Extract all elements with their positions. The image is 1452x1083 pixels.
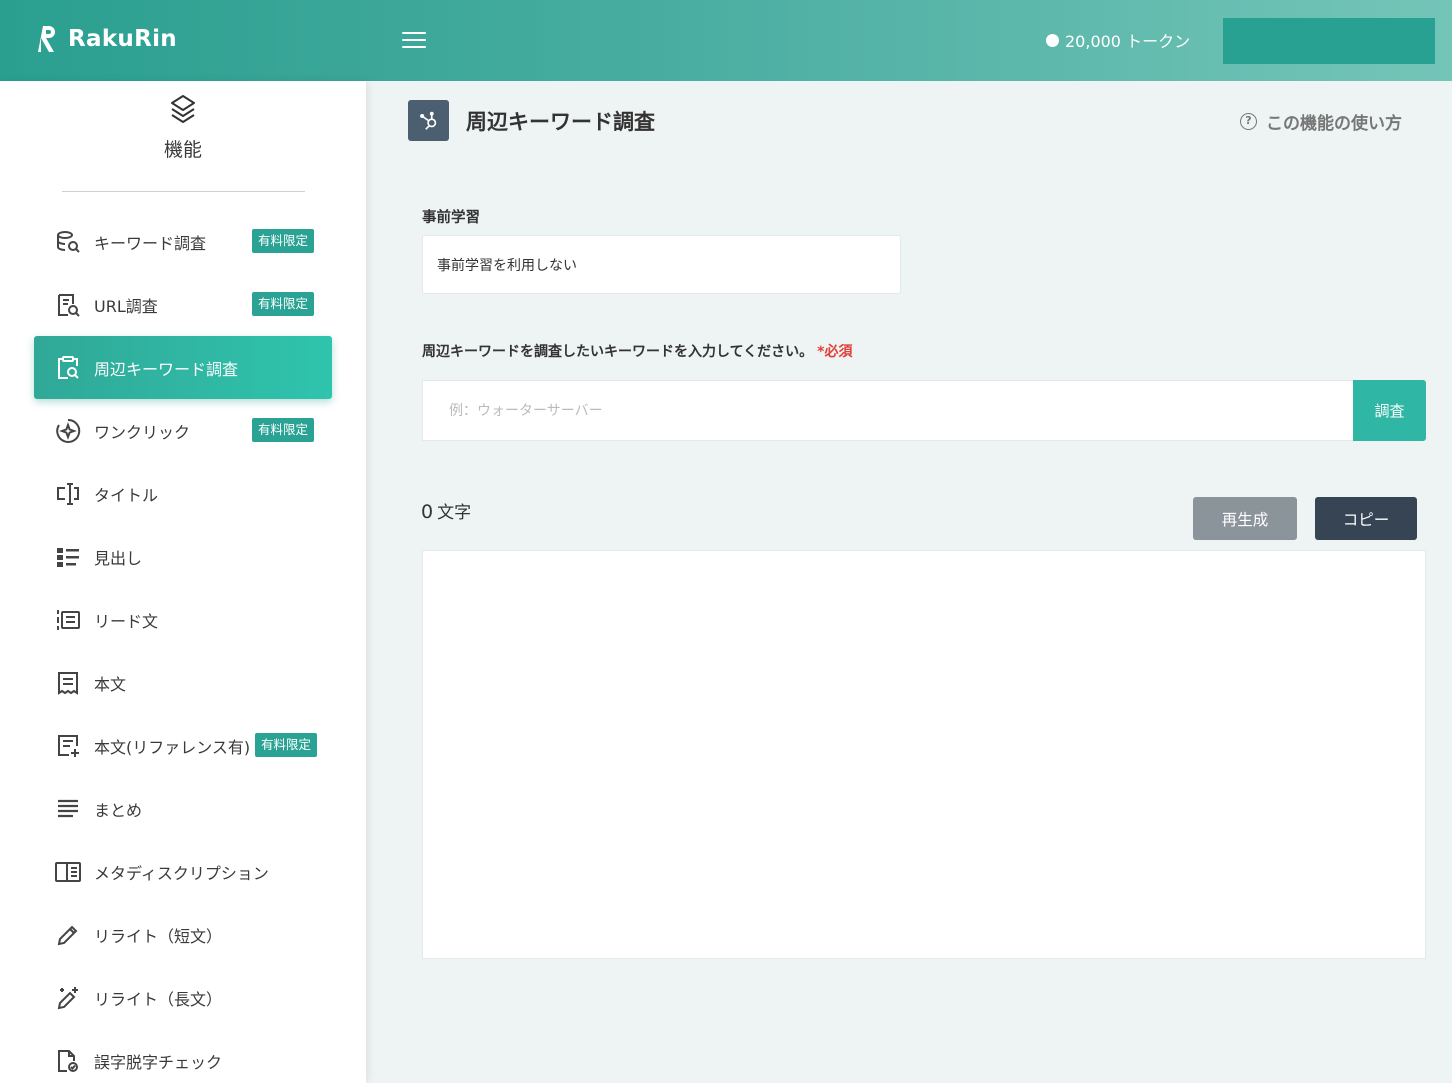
clipboard-search-icon (54, 354, 82, 382)
logo-r-icon (38, 26, 55, 52)
sidebar-item-title[interactable]: タイトル (34, 462, 332, 525)
sidebar-item-label: ワンクリック (94, 422, 191, 442)
paid-only-badge: 有料限定 (251, 292, 314, 316)
question-circle-icon: ? (1240, 113, 1257, 130)
sidebar-item-lead[interactable]: リード文 (34, 588, 332, 651)
sidebar-item-label: 本文 (94, 674, 127, 694)
token-balance: 20,000 トークン (1046, 28, 1190, 52)
sidebar-item-typo-check[interactable]: 誤字脱字チェック (34, 1029, 332, 1083)
sidebar-item-summary[interactable]: まとめ (34, 777, 332, 840)
sidebar-item-label: 周辺キーワード調査 (94, 359, 239, 379)
sidebar-item-url-research[interactable]: URL調査 有料限定 (34, 273, 332, 336)
search-button[interactable]: 調査 (1353, 380, 1426, 441)
token-coin-icon (1046, 33, 1059, 47)
sidebar-item-rewrite-long[interactable]: リライト（長文） (34, 966, 332, 1029)
required-mark: *必須 (817, 344, 853, 360)
page-title: 周辺キーワード調査 (466, 110, 655, 134)
app-header: RakuRin 20,000 トークン (0, 0, 1452, 81)
document-check-icon (54, 1047, 82, 1075)
help-link-label: この機能の使い方 (1266, 114, 1402, 134)
pencil-icon (54, 921, 82, 949)
heading-list-icon (54, 543, 82, 571)
copy-button[interactable]: コピー (1315, 497, 1417, 540)
keyword-label-text: 周辺キーワードを調査したいキーワードを入力してください。 (422, 344, 814, 360)
sidebar-title: 機能 (163, 139, 202, 161)
sidebar-item-label: まとめ (94, 800, 143, 820)
prelearning-select-value: 事前学習を利用しない (437, 257, 577, 274)
keyword-input[interactable] (422, 380, 1354, 441)
app-logo[interactable]: RakuRin (38, 22, 177, 56)
sidebar-divider (62, 191, 305, 192)
output-area[interactable] (422, 550, 1426, 959)
title-cursor-icon (54, 480, 82, 508)
sidebar-item-body[interactable]: 本文 (34, 651, 332, 714)
keyword-label: 周辺キーワードを調査したいキーワードを入力してください。 *必須 (422, 341, 853, 361)
token-balance-text: 20,000 トークン (1065, 32, 1191, 51)
panel-book-icon (54, 858, 82, 886)
prelearning-label: 事前学習 (422, 210, 480, 226)
layers-icon (171, 95, 195, 123)
hubspot-icon (408, 100, 449, 141)
paid-only-badge: 有料限定 (254, 733, 317, 757)
sidebar-item-keyword-research[interactable]: キーワード調査 有料限定 (34, 210, 332, 273)
sidebar-item-label: リード文 (94, 611, 159, 631)
paid-only-badge: 有料限定 (251, 229, 314, 253)
keyword-search-icon (54, 228, 82, 256)
sidebar-item-label: リライト（長文） (94, 989, 223, 1009)
sidebar-item-label: 誤字脱字チェック (94, 1052, 223, 1072)
menu-toggle-icon[interactable] (402, 32, 426, 50)
prelearning-select[interactable]: 事前学習を利用しない (422, 235, 901, 294)
sidebar-item-label: キーワード調査 (94, 233, 207, 253)
sidebar-item-related-keywords[interactable]: 周辺キーワード調査 (34, 336, 332, 399)
char-count-value: 0 (421, 501, 434, 523)
document-plus-icon (54, 732, 82, 760)
sidebar-item-body-with-reference[interactable]: 本文(リファレンス有) 有料限定 (34, 714, 332, 777)
sidebar-item-label: URL調査 (94, 296, 158, 316)
sidebar-item-label: リライト（短文） (94, 926, 223, 946)
sidebar: 機能 キーワード調査 有料限定 URL調査 有料限定 周辺キーワード調査 ワンク… (0, 81, 366, 1083)
sidebar-item-headings[interactable]: 見出し (34, 525, 332, 588)
char-count-unit: 文字 (437, 503, 472, 523)
sidebar-item-label: 本文(リファレンス有) (94, 737, 251, 757)
help-link[interactable]: ? この機能の使い方 (1240, 109, 1402, 134)
account-button[interactable] (1223, 18, 1435, 64)
sidebar-item-label: タイトル (94, 485, 159, 505)
sidebar-item-one-click[interactable]: ワンクリック 有料限定 (34, 399, 332, 462)
url-search-icon (54, 291, 82, 319)
sidebar-header: 機能 (0, 93, 366, 162)
lines-icon (54, 795, 82, 823)
logo-text: RakuRin (68, 26, 177, 52)
sidebar-item-meta-description[interactable]: メタディスクリプション (34, 840, 332, 903)
lead-text-icon (54, 606, 82, 634)
char-count: 0 文字 (421, 498, 471, 523)
regenerate-button[interactable]: 再生成 (1193, 497, 1297, 540)
sparkle-circle-icon (54, 417, 82, 445)
sidebar-item-label: 見出し (94, 548, 143, 568)
sidebar-item-label: メタディスクリプション (94, 863, 269, 883)
sidebar-item-rewrite-short[interactable]: リライト（短文） (34, 903, 332, 966)
magic-pencil-icon (54, 984, 82, 1012)
receipt-text-icon (54, 669, 82, 697)
paid-only-badge: 有料限定 (251, 418, 314, 442)
